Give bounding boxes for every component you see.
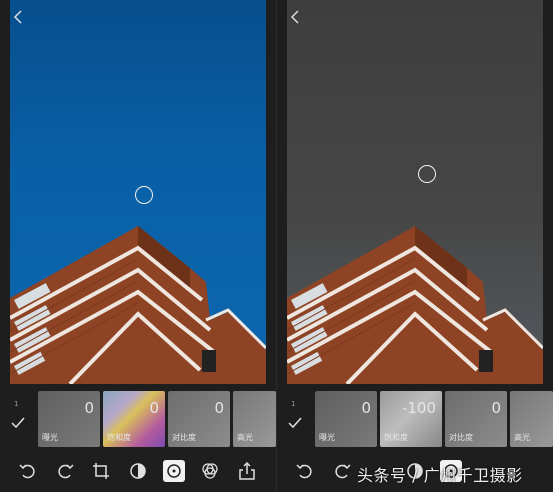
undo-icon[interactable] [294,460,316,482]
watermark-text: 头条号 / 广州千卫摄影 [357,466,523,485]
adjust-card-exposure[interactable]: 0 曝光 [38,391,100,447]
adjust-label: 对比度 [172,433,196,442]
adjust-card-highlights[interactable]: 高光 [510,391,553,447]
adjust-label: 对比度 [449,433,473,442]
left-compare-panel: 1 0 曝光 0 饱和度 0 对比度 高光 [0,0,276,492]
right-compare-panel: 1 0 曝光 -100 饱和度 0 对比度 高光 [277,0,553,492]
adjust-point-marker[interactable] [135,186,153,204]
adjust-side-column: 1 [0,384,36,450]
adjust-value: 0 [361,399,371,417]
check-icon[interactable] [288,414,302,429]
adjust-label: 曝光 [319,433,335,442]
selection-counter: 1 [14,400,19,408]
adjustment-row: 1 0 曝光 0 饱和度 0 对比度 高光 [0,384,276,450]
redo-icon[interactable] [54,460,76,482]
adjust-card-saturation[interactable]: -100 饱和度 [380,391,442,447]
adjust-label: 高光 [514,433,530,442]
adjust-value: 0 [214,399,224,417]
adjust-label: 曝光 [42,433,58,442]
adjust-card-exposure[interactable]: 0 曝光 [315,391,377,447]
adjust-card-highlights[interactable]: 高光 [233,391,276,447]
crop-icon[interactable] [90,460,112,482]
adjust-point-marker[interactable] [418,165,436,183]
tone-icon[interactable] [127,460,149,482]
adjust-value: 0 [149,399,159,417]
bottom-toolbar [0,452,276,492]
selective-adjust-icon[interactable] [163,460,185,482]
photo-preview [10,0,266,384]
adjust-card-contrast[interactable]: 0 对比度 [445,391,507,447]
undo-icon[interactable] [17,460,39,482]
check-icon[interactable] [11,414,25,429]
adjust-label: 高光 [237,433,253,442]
adjust-card-contrast[interactable]: 0 对比度 [168,391,230,447]
back-icon[interactable] [12,8,26,26]
adjust-value: 0 [84,399,94,417]
adjust-label: 饱和度 [384,433,408,442]
share-icon[interactable] [236,460,258,482]
filter-icon[interactable] [199,460,221,482]
building-photo [287,226,543,384]
photo-preview [287,0,543,384]
adjust-label: 饱和度 [107,433,131,442]
adjust-card-saturation[interactable]: 0 饱和度 [103,391,165,447]
redo-icon[interactable] [331,460,353,482]
adjust-value: 0 [491,399,501,417]
adjust-value: -100 [401,399,436,417]
selection-counter: 1 [291,400,296,408]
back-icon[interactable] [289,8,303,26]
adjustment-row: 1 0 曝光 -100 饱和度 0 对比度 高光 [277,384,553,450]
adjust-side-column: 1 [277,384,313,450]
